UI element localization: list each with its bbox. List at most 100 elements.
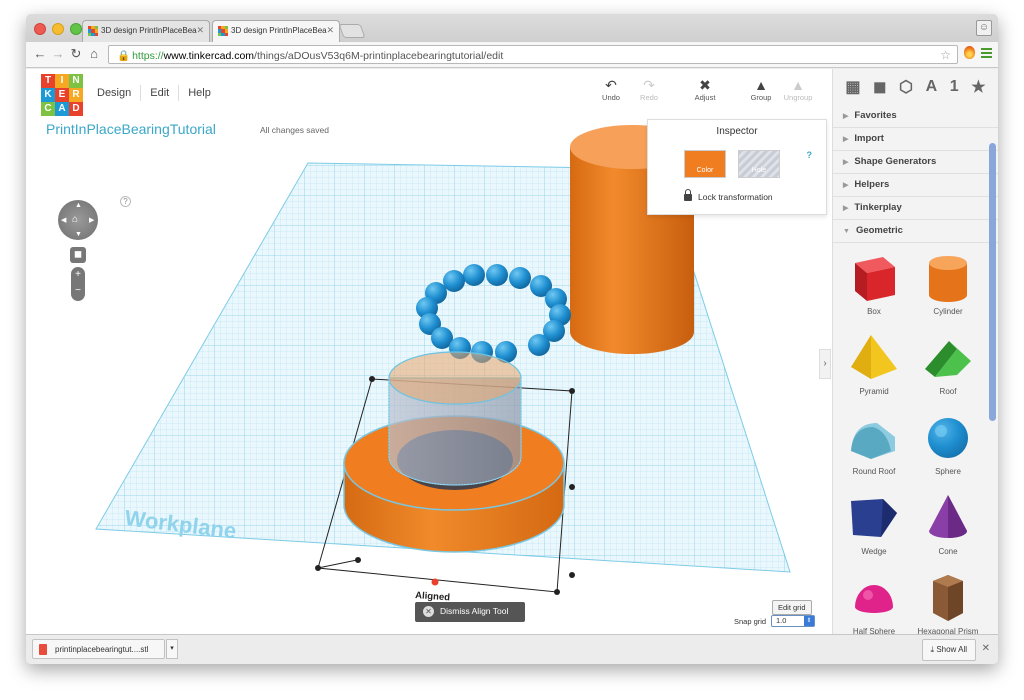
panel-tabs: ▦ ◼ ⬡ A 1 ★ xyxy=(832,69,998,105)
logo-letter: T xyxy=(41,74,55,88)
close-tab-icon[interactable]: ✕ xyxy=(196,25,204,36)
ungroup-icon: ▲ xyxy=(791,77,805,93)
components-tab-icon[interactable]: ⬡ xyxy=(899,77,913,97)
color-button[interactable]: Color xyxy=(684,150,726,178)
bookmark-star-icon[interactable]: ☆ xyxy=(940,48,951,62)
lock-transformation-toggle[interactable]: Lock transformation xyxy=(684,189,773,202)
edit-grid-button[interactable]: Edit grid xyxy=(772,600,812,615)
url-path: /things/aDOusV53q6M-printinplacebearingt… xyxy=(254,50,504,62)
url-host: www.tinkercad.com xyxy=(163,50,255,62)
address-bar[interactable]: 🔒 https://www.tinkercad.com/things/aDOusV… xyxy=(108,45,958,64)
browser-menu-icon[interactable] xyxy=(981,46,992,59)
home-icon[interactable]: ⌂ xyxy=(86,46,102,61)
download-icon: ⤓ xyxy=(930,645,935,654)
redo-button[interactable]: ↷ Redo xyxy=(631,77,667,102)
align-origin-marker[interactable] xyxy=(431,578,439,586)
browser-tab-2[interactable]: 3D design PrintInPlaceBea ✕ xyxy=(212,20,340,42)
shape-label: Cylinder xyxy=(933,307,963,316)
tinkercad-app: T I N K E R C A D Design Edit Help ↶ Und… xyxy=(26,69,998,636)
section-shape-generators[interactable]: ▶ Shape Generators xyxy=(833,151,998,174)
hole-cylinder[interactable] xyxy=(388,351,522,486)
maximize-window-button[interactable] xyxy=(70,23,82,35)
shape-label: Pyramid xyxy=(859,387,889,396)
app-menubar: Design Edit Help xyxy=(88,85,220,101)
grid-view-icon[interactable]: ▦ xyxy=(845,77,860,97)
number-tab[interactable]: 1 xyxy=(950,78,959,96)
logo-letter: N xyxy=(69,74,83,88)
reload-icon[interactable]: ↻ xyxy=(68,46,84,62)
inspector-help-icon[interactable]: ? xyxy=(807,150,813,160)
download-menu-icon[interactable]: ▾ xyxy=(166,639,178,659)
caret-right-icon: ▶ xyxy=(843,159,849,166)
caret-down-icon: ▼ xyxy=(843,228,850,235)
hole-button[interactable]: Hole xyxy=(738,150,780,178)
undo-button[interactable]: ↶ Undo xyxy=(593,77,629,102)
half-sphere-icon xyxy=(855,585,893,613)
shape-label: Cone xyxy=(938,547,958,556)
section-label: Import xyxy=(854,133,884,144)
show-all-downloads-button[interactable]: ⤓ Show All xyxy=(921,639,976,661)
new-tab-button[interactable] xyxy=(338,24,366,38)
section-import[interactable]: ▶ Import xyxy=(833,128,998,151)
tinkercad-favicon-icon xyxy=(88,26,98,36)
logo-letter: R xyxy=(69,88,83,102)
menu-design[interactable]: Design xyxy=(88,85,142,101)
section-label: Geometric xyxy=(855,225,903,236)
view-orbit-control[interactable]: ▲ ▼ ◀ ▶ ⌂ xyxy=(58,200,98,240)
design-title[interactable]: PrintInPlaceBearingTutorial xyxy=(46,121,216,137)
cone-icon xyxy=(929,495,967,538)
adjust-label: Adjust xyxy=(694,93,716,102)
shape-pyramid[interactable]: Pyramid xyxy=(837,331,911,411)
cylinder-icon xyxy=(929,256,967,302)
favorites-star-icon[interactable]: ★ xyxy=(971,77,985,97)
redo-label: Redo xyxy=(640,93,658,102)
shape-cylinder[interactable]: Cylinder xyxy=(911,251,985,331)
group-label: Group xyxy=(750,93,772,102)
section-label: Favorites xyxy=(854,110,897,121)
text-tab[interactable]: A xyxy=(926,78,938,96)
group-icon: ▲ xyxy=(754,77,768,93)
stl-file-icon xyxy=(39,644,47,655)
shape-cone[interactable]: Cone xyxy=(911,491,985,571)
close-downloads-icon[interactable]: ✕ xyxy=(982,643,990,654)
minimize-window-button[interactable] xyxy=(52,23,64,35)
section-tinkerplay[interactable]: ▶ Tinkerplay xyxy=(833,197,998,220)
section-label: Tinkerplay xyxy=(854,202,902,213)
dismiss-align-tool-button[interactable]: ✕ Dismiss Align Tool xyxy=(415,602,525,622)
group-button[interactable]: ▲ Group xyxy=(743,77,779,102)
shape-label: Box xyxy=(867,307,881,316)
shape-round-roof[interactable]: Round Roof xyxy=(837,411,911,491)
forward-icon[interactable]: → xyxy=(50,46,66,61)
home-view-icon[interactable]: ⌂ xyxy=(72,214,78,225)
section-favorites[interactable]: ▶ Favorites xyxy=(833,105,998,128)
close-window-button[interactable] xyxy=(34,23,46,35)
shape-roof[interactable]: Roof xyxy=(911,331,985,411)
extension-flame-icon[interactable] xyxy=(964,46,975,59)
download-item[interactable]: printinplacebearingtut....stl ▾ xyxy=(32,639,178,659)
section-geometric[interactable]: ▼ Geometric xyxy=(833,220,998,243)
shape-box[interactable]: Box xyxy=(837,251,911,331)
menu-help[interactable]: Help xyxy=(179,85,220,101)
cube-tab-icon[interactable]: ◼ xyxy=(873,77,886,97)
section-helpers[interactable]: ▶ Helpers xyxy=(833,174,998,197)
adjust-button[interactable]: ✖ Adjust xyxy=(687,77,723,102)
profile-icon[interactable]: ☺ xyxy=(976,20,992,36)
view-help-icon[interactable]: ? xyxy=(120,196,131,207)
perspective-toggle-icon[interactable]: ◼ xyxy=(70,247,86,263)
panel-scrollbar[interactable] xyxy=(989,143,996,421)
shape-label: Sphere xyxy=(935,467,961,476)
caret-right-icon: ▶ xyxy=(843,136,849,143)
ungroup-button[interactable]: ▲ Ungroup xyxy=(780,77,816,102)
browser-tab-1[interactable]: 3D design PrintInPlaceBea ✕ xyxy=(82,20,210,42)
collapse-panel-handle[interactable]: › xyxy=(819,349,831,379)
menu-edit[interactable]: Edit xyxy=(141,85,180,101)
zoom-control[interactable]: + − xyxy=(71,267,85,301)
hexagonal-prism-icon xyxy=(933,575,963,621)
adjust-tools-icon: ✖ xyxy=(699,77,711,93)
snap-grid-select[interactable]: 1.0 ⇕ xyxy=(771,615,815,627)
back-icon[interactable]: ← xyxy=(32,46,48,61)
shape-wedge[interactable]: Wedge xyxy=(837,491,911,571)
close-tab-icon[interactable]: ✕ xyxy=(326,25,334,36)
caret-right-icon: ▶ xyxy=(843,182,849,189)
shape-sphere[interactable]: Sphere xyxy=(911,411,985,491)
